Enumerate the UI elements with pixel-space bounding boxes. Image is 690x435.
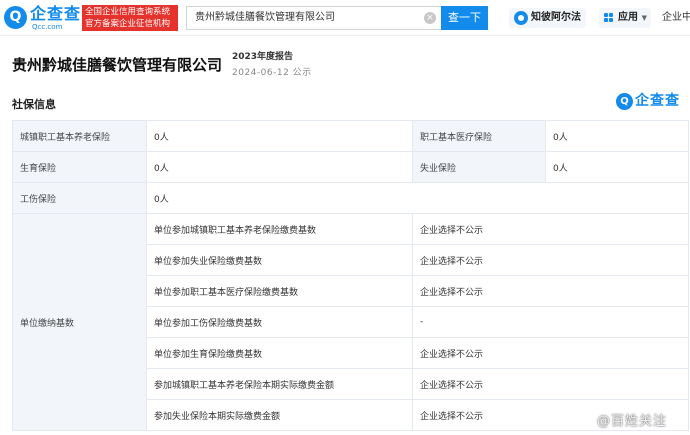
table-value: 0人: [146, 182, 689, 214]
table-label: 城镇职工基本养老保险: [12, 120, 147, 152]
table-row: 单位缴纳基数 单位参加城镇职工基本养老保险缴费基数 企业选择不公示: [12, 213, 689, 431]
clear-search-icon[interactable]: ×: [424, 12, 436, 24]
table-label: 生育保险: [12, 151, 147, 183]
search-input[interactable]: 贵州黔城佳膳餐饮管理有限公司: [186, 6, 441, 30]
top-header: Q 企查查 Qcc.com 全国企业信用查询系统 官方备案企业征信机构 贵州黔城…: [0, 0, 690, 36]
zhibi-alpha-icon: [514, 11, 528, 25]
table-label: 失业保险: [412, 151, 546, 183]
apps-menu-button[interactable]: 应用 ▼: [599, 8, 651, 28]
payment-value: 企业选择不公示: [412, 213, 689, 245]
apps-grid-icon: [604, 13, 614, 23]
official-tagline-badge: 全国企业信用查询系统 官方备案企业征信机构: [82, 5, 178, 31]
chevron-down-icon: ▼: [641, 14, 647, 22]
logo-sub: Qcc.com: [32, 23, 63, 31]
payment-value: 企业选择不公示: [412, 244, 689, 276]
payment-item: 单位参加生育保险缴费基数: [146, 337, 413, 369]
report-year: 2023年度报告: [232, 52, 294, 62]
logo-text: 企查查: [30, 4, 82, 23]
payment-item: 单位参加职工基本医疗保险缴费基数: [146, 275, 413, 307]
payment-item: 单位参加失业保险缴费基数: [146, 244, 413, 276]
table-label: 工伤保险: [12, 182, 147, 214]
payment-item: 参加城镇职工基本养老保险本期实际缴费金额: [146, 368, 413, 400]
social-insurance-table: 城镇职工基本养老保险 0人 职工基本医疗保险 0人 生育保险 0人 失业保险 0…: [12, 120, 689, 431]
apps-label: 应用: [618, 12, 638, 23]
table-label: 职工基本医疗保险: [412, 120, 546, 152]
qcc-watermark-text: 企查查: [635, 93, 680, 109]
section-title: 社保信息: [12, 98, 56, 111]
payment-value: 企业选择不公示: [412, 337, 689, 369]
payment-item: 参加失业保险本期实际缴费金额: [146, 399, 413, 431]
table-row: 城镇职工基本养老保险 0人 职工基本医疗保险 0人: [12, 120, 689, 152]
zhibi-alpha-label: 知彼阿尔法: [531, 12, 581, 23]
qcc-logo-icon: Q: [4, 6, 27, 29]
qcc-watermark-icon: Q: [616, 93, 633, 110]
report-date: 2024-06-12 公示: [232, 68, 312, 78]
payment-base-label: 单位缴纳基数: [12, 213, 147, 431]
table-value: 0人: [545, 151, 689, 183]
enterprise-center-link[interactable]: 企业中: [662, 8, 690, 28]
tagline-line-1: 全国企业信用查询系统: [85, 7, 171, 17]
table-row: 工伤保险 0人: [12, 182, 689, 214]
weibo-watermark: @百姓关注: [597, 414, 668, 429]
table-value: 0人: [146, 151, 413, 183]
zhibi-alpha-button[interactable]: 知彼阿尔法: [509, 8, 586, 28]
payment-value: 企业选择不公示: [412, 368, 689, 400]
table-value: 0人: [545, 120, 689, 152]
payment-value: 企业选择不公示: [412, 275, 689, 307]
table-value: 0人: [146, 120, 413, 152]
payment-value: -: [412, 306, 689, 338]
company-name: 贵州黔城佳膳餐饮管理有限公司: [12, 56, 223, 74]
qcc-logo[interactable]: Q 企查查 Qcc.com: [4, 5, 82, 32]
tagline-line-2: 官方备案企业征信机构: [85, 19, 171, 29]
payment-item: 单位参加工伤保险缴费基数: [146, 306, 413, 338]
payment-item: 单位参加城镇职工基本养老保险缴费基数: [146, 213, 413, 245]
search-button[interactable]: 查一下: [441, 6, 488, 30]
table-row: 生育保险 0人 失业保险 0人: [12, 151, 689, 183]
